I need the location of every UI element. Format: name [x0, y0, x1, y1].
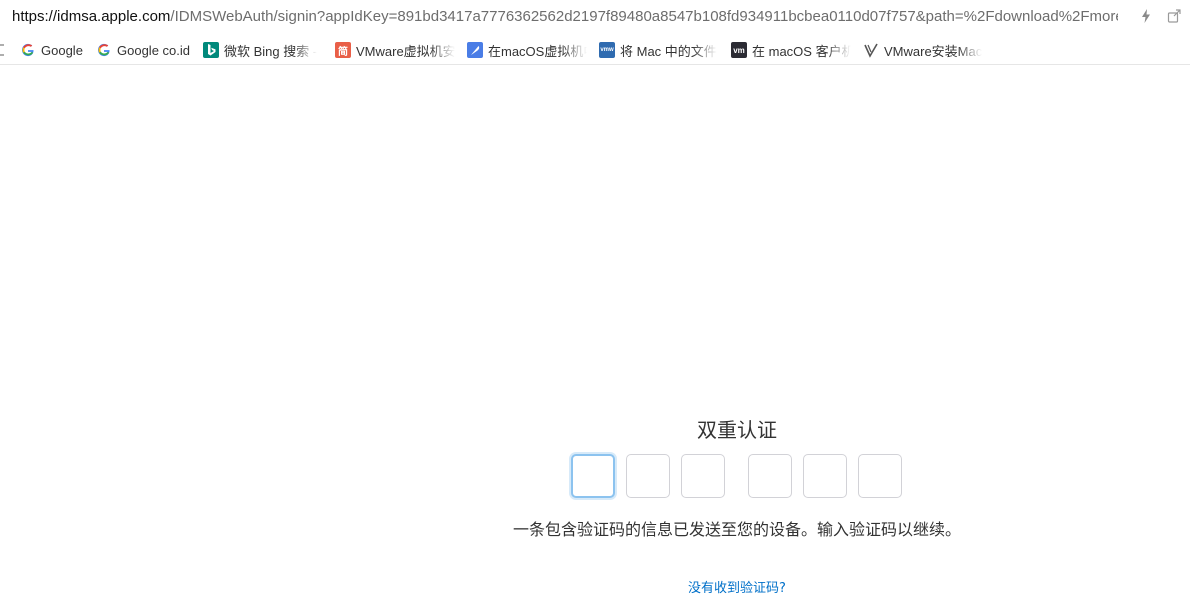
- url-path: /IDMSWebAuth/signin?appIdKey=891bd3417a7…: [170, 8, 1118, 25]
- bookmark-label: 将 Mac 中的文件: [620, 43, 717, 59]
- bookmark-label: 在 macOS 客户机: [752, 43, 851, 59]
- bookmark-folder-partial[interactable]: [0, 39, 4, 61]
- page-content: 双重认证 一条包含验证码的信息已发送至您的设备。输入验证码以继续。 没有收到验证…: [0, 65, 1190, 607]
- bookmark-vmware-install[interactable]: 简 VMware虚拟机安: [335, 39, 455, 61]
- bing-icon: [203, 42, 219, 58]
- instructions-text: 一条包含验证码的信息已发送至您的设备。输入验证码以继续。: [512, 520, 961, 539]
- page-title: 双重认证: [697, 418, 777, 442]
- bookmark-bing[interactable]: 微软 Bing 搜索 -: [203, 39, 323, 61]
- google-icon: [20, 42, 36, 58]
- address-bar[interactable]: https://idmsa.apple.com/IDMSWebAuth/sign…: [0, 0, 1190, 34]
- address-bar-actions: [1138, 8, 1182, 24]
- bookmark-mac-files[interactable]: vmw 将 Mac 中的文件: [599, 39, 719, 61]
- code-digit-6[interactable]: [858, 454, 902, 498]
- bookmark-label: 微软 Bing 搜索 -: [224, 43, 318, 59]
- share-icon[interactable]: [1166, 8, 1182, 24]
- code-digit-2[interactable]: [626, 454, 670, 498]
- bookmark-macos-client[interactable]: vm 在 macOS 客户机: [731, 39, 851, 61]
- bookmark-label: VMware虚拟机安: [356, 43, 455, 59]
- bookmark-google[interactable]: Google: [20, 39, 90, 61]
- v-logo-icon: [863, 42, 879, 58]
- bookmark-vmware-mac[interactable]: VMware安装Mac: [863, 39, 983, 61]
- code-digit-4[interactable]: [748, 454, 792, 498]
- bookmark-macos-vm[interactable]: 在macOS虚拟机中: [467, 39, 587, 61]
- bookmark-label: 在macOS虚拟机中: [488, 43, 587, 59]
- jianshu-icon: 简: [335, 42, 351, 58]
- feather-icon: [467, 42, 483, 58]
- bookmark-label: Google co.id: [117, 42, 190, 58]
- bookmarks-bar: Google Google co.id 微软 Bing 搜索 - 简 VMwar…: [0, 36, 1190, 65]
- folder-icon: [0, 42, 4, 58]
- vmware-icon: vmw: [599, 42, 615, 58]
- url-text[interactable]: https://idmsa.apple.com/IDMSWebAuth/sign…: [12, 7, 1118, 27]
- vm-icon: vm: [731, 42, 747, 58]
- code-digit-3[interactable]: [681, 454, 725, 498]
- bookmark-label: VMware安装Mac: [884, 43, 983, 59]
- bolt-icon[interactable]: [1138, 8, 1154, 24]
- code-digit-1[interactable]: [571, 454, 615, 498]
- google-icon: [96, 42, 112, 58]
- code-digit-5[interactable]: [803, 454, 847, 498]
- no-code-link[interactable]: 没有收到验证码?: [632, 577, 842, 596]
- bookmark-label: Google: [41, 42, 83, 58]
- url-host: https://idmsa.apple.com: [12, 8, 171, 25]
- bookmark-google-co-id[interactable]: Google co.id: [96, 39, 196, 61]
